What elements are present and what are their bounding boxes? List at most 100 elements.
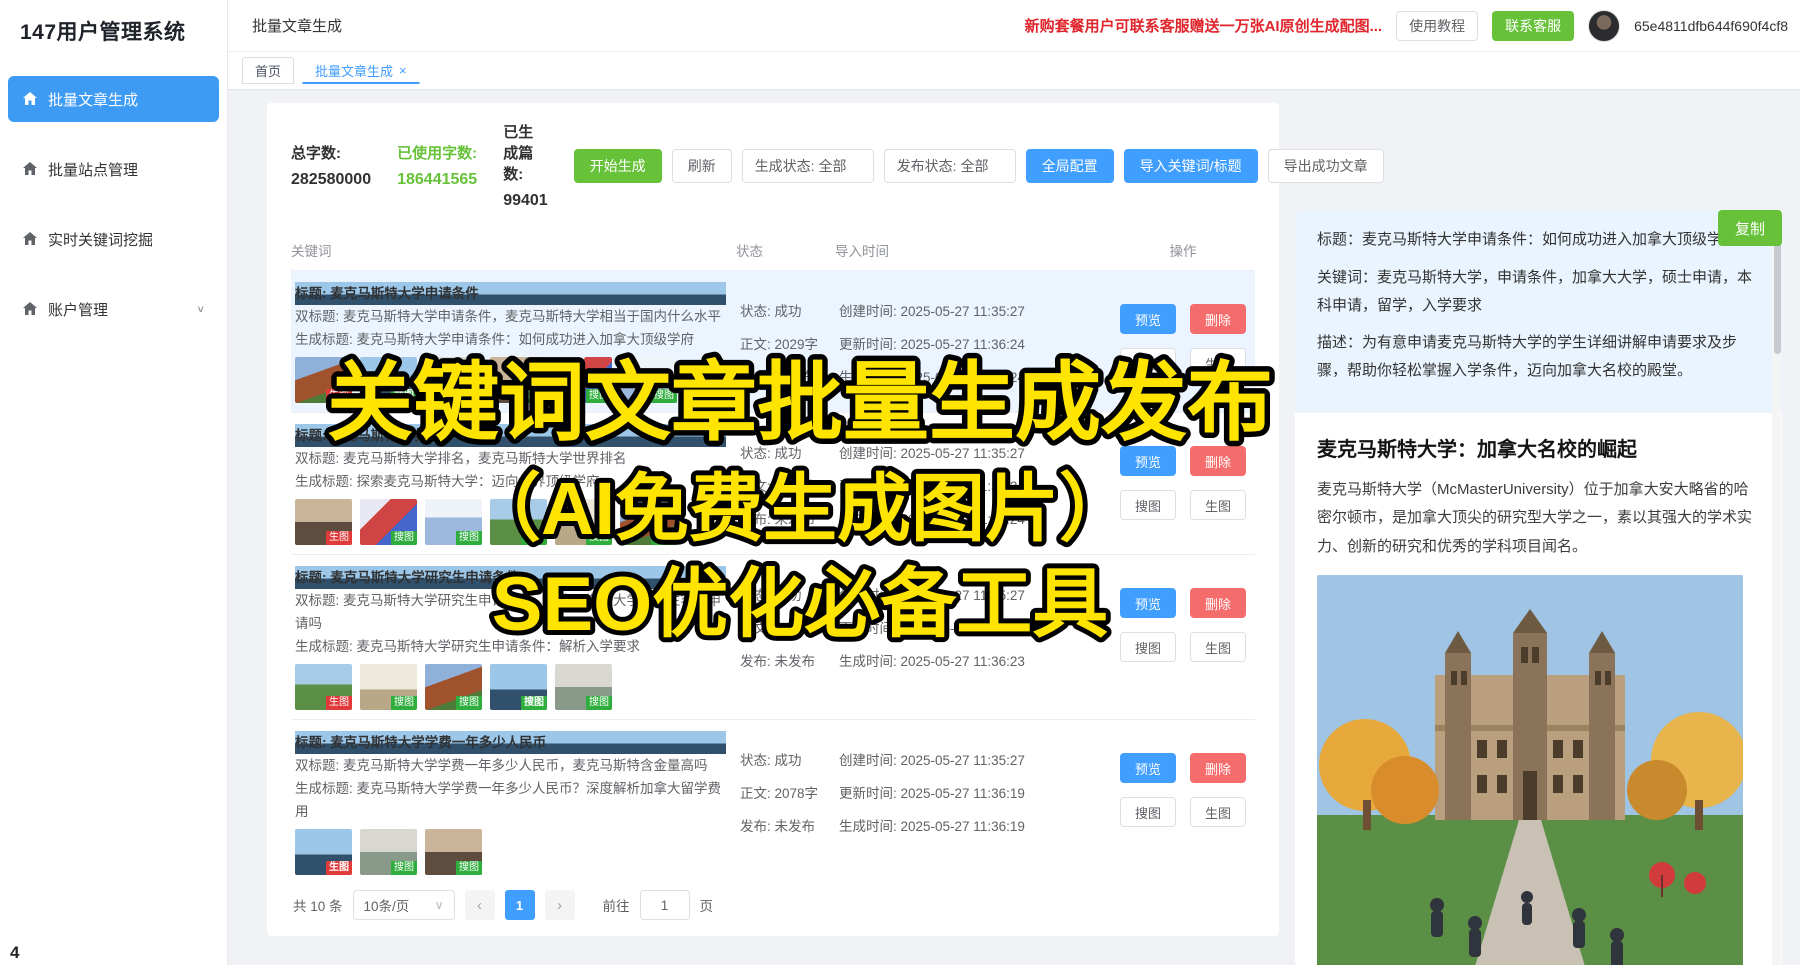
stat-value: 186441565 <box>397 171 477 189</box>
keyword-cell: 标题: 麦克马斯特大学学费一年多少人民币 双标题: 麦克马斯特大学学费一年多少人… <box>295 731 740 875</box>
article-thumbnail[interactable]: 搜图 <box>360 357 417 403</box>
total-count: 共 10 条 <box>293 895 343 915</box>
table-row[interactable]: 标题: 麦克马斯特大学学费一年多少人民币 双标题: 麦克马斯特大学学费一年多少人… <box>291 720 1255 876</box>
corner-text: 4 <box>10 943 19 963</box>
status-cell: 状态: 成功 正文: 1988字 发布: 未发布 <box>740 566 839 710</box>
thumbnail-strip: 生图搜图搜图搜图搜图 <box>295 664 726 710</box>
refresh-button[interactable]: 刷新 <box>672 149 732 183</box>
created-time: 创建时间: 2025-05-27 11:35:27 <box>839 749 1115 772</box>
article-thumbnail[interactable]: 生图 <box>295 829 352 875</box>
article-thumbnail[interactable]: 搜图 <box>360 664 417 710</box>
page-size-select[interactable]: 10条/页 ∨ <box>353 890 455 920</box>
article-thumbnail[interactable]: 搜图 <box>425 829 482 875</box>
tab-label: 批量文章生成 <box>315 61 393 80</box>
tab-batch-article[interactable]: 批量文章生成 × <box>302 57 420 84</box>
article-heading: 麦克马斯特大学：加拿大名校的崛起 <box>1317 433 1760 462</box>
goto-page-input[interactable] <box>640 890 690 920</box>
generate-image-button[interactable]: 生图 <box>1190 632 1246 662</box>
preview-button[interactable]: 预览 <box>1120 753 1176 783</box>
tutorial-button[interactable]: 使用教程 <box>1396 11 1478 41</box>
generate-status-select[interactable]: 生成状态: 全部 <box>742 149 874 183</box>
article-thumbnail[interactable]: 搜图 <box>490 499 547 545</box>
export-success-button[interactable]: 导出成功文章 <box>1268 149 1384 183</box>
search-image-button[interactable]: 搜图 <box>1120 490 1176 520</box>
article-thumbnail[interactable]: 搜图 <box>360 499 417 545</box>
article-thumbnail[interactable]: 搜图 <box>555 357 612 403</box>
delete-button[interactable]: 删除 <box>1190 304 1246 334</box>
created-time: 创建时间: 2025-05-27 11:35:27 <box>839 584 1115 607</box>
publish-status-select[interactable]: 发布状态: 全部 <box>884 149 1016 183</box>
stats-toolbar: 总字数: 282580000 已使用字数: 186441565 已生成篇数: 9… <box>291 121 1255 210</box>
sidebar-item-keyword-mining[interactable]: 实时关键词挖掘 <box>8 216 219 262</box>
sidebar-item-batch-article[interactable]: 批量文章生成 <box>8 76 219 122</box>
article-thumbnail[interactable]: 搜图 <box>490 357 547 403</box>
search-image-button[interactable]: 搜图 <box>1120 348 1176 378</box>
prev-page-button[interactable]: ‹ <box>465 890 495 920</box>
table-row[interactable]: 标题: 麦克马斯特大学申请条件 双标题: 麦克马斯特大学申请条件，麦克马斯特大学… <box>291 271 1255 413</box>
stat-total-words: 总字数: 282580000 <box>291 142 371 189</box>
contact-support-button[interactable]: 联系客服 <box>1492 11 1574 41</box>
promo-notice[interactable]: 新购套餐用户可联系客服赠送一万张AI原创生成配图... <box>1025 15 1383 36</box>
table-row[interactable]: 标题: 麦克马斯特大学研究生申请条件 双标题: 麦克马斯特大学研究生申请条件，麦… <box>291 555 1255 720</box>
article-thumbnail[interactable]: 生图 <box>295 499 352 545</box>
tab-home[interactable]: 首页 <box>242 57 294 84</box>
generated-time: 生成时间: 2025-05-27 11:36:23 <box>839 650 1115 673</box>
import-keywords-button[interactable]: 导入关键词/标题 <box>1124 149 1258 183</box>
current-page-button[interactable]: 1 <box>505 890 535 920</box>
col-status: 状态 <box>736 240 835 260</box>
delete-button[interactable]: 删除 <box>1190 446 1246 476</box>
chevron-down-icon: ∨ <box>196 303 205 314</box>
article-thumbnail[interactable]: 搜图 <box>490 664 547 710</box>
article-thumbnail[interactable]: 搜图 <box>555 499 612 545</box>
created-time: 创建时间: 2025-05-27 11:35:27 <box>839 300 1115 323</box>
status-cell: 状态: 成功 正文: 2029字 发布: 未发布 <box>740 282 839 403</box>
article-title: 标题: 麦克马斯特大学学费一年多少人民币 <box>295 731 726 754</box>
preview-button[interactable]: 预览 <box>1120 588 1176 618</box>
search-image-button[interactable]: 搜图 <box>1120 797 1176 827</box>
thumbnail-badge: 搜图 <box>521 696 547 710</box>
article-title: 标题: 麦克马斯特大学排名 <box>295 424 726 447</box>
close-icon[interactable]: × <box>399 63 407 78</box>
sidebar-item-batch-site[interactable]: 批量站点管理 <box>8 146 219 192</box>
page-size-value: 10条/页 <box>364 895 410 915</box>
delete-button[interactable]: 删除 <box>1190 753 1246 783</box>
generate-image-button[interactable]: 生图 <box>1190 490 1246 520</box>
thumbnail-badge: 搜图 <box>586 531 612 545</box>
updated-time: 更新时间: 2025-05-27 11:36:23 <box>839 617 1115 640</box>
sidebar-item-account[interactable]: 账户管理 ∨ <box>8 286 219 332</box>
stat-value: 282580000 <box>291 171 371 189</box>
goto-label: 前往 <box>603 895 630 915</box>
preview-button[interactable]: 预览 <box>1120 446 1176 476</box>
search-image-button[interactable]: 搜图 <box>1120 632 1176 662</box>
copy-button[interactable]: 复制 <box>1718 210 1782 246</box>
col-actions: 操作 <box>1111 240 1255 260</box>
generate-image-button[interactable]: 生图 <box>1190 348 1246 378</box>
next-page-button[interactable]: › <box>545 890 575 920</box>
thumbnail-badge: 搜图 <box>586 696 612 710</box>
start-generate-button[interactable]: 开始生成 <box>574 149 662 183</box>
preview-button[interactable]: 预览 <box>1120 304 1176 334</box>
global-config-button[interactable]: 全局配置 <box>1026 149 1114 183</box>
avatar[interactable] <box>1588 10 1620 42</box>
article-thumbnail[interactable]: 搜图 <box>425 664 482 710</box>
table-row[interactable]: 标题: 麦克马斯特大学排名 双标题: 麦克马斯特大学排名，麦克马斯特大学世界排名… <box>291 413 1255 555</box>
publish-status: 发布: 未发布 <box>740 508 839 531</box>
generate-image-button[interactable]: 生图 <box>1190 797 1246 827</box>
article-thumbnail[interactable]: 搜图 <box>425 499 482 545</box>
article-thumbnail[interactable]: 生图 <box>295 664 352 710</box>
article-thumbnail[interactable]: 生图 <box>295 357 352 403</box>
chevron-down-icon: ∨ <box>435 898 444 912</box>
article-thumbnail[interactable]: 搜图 <box>360 829 417 875</box>
article-thumbnail[interactable]: 搜图 <box>555 664 612 710</box>
article-list-card: 总字数: 282580000 已使用字数: 186441565 已生成篇数: 9… <box>267 103 1279 936</box>
delete-button[interactable]: 删除 <box>1190 588 1246 618</box>
article-thumbnail[interactable]: 搜图 <box>620 357 677 403</box>
tab-label: 首页 <box>255 61 281 80</box>
article-rows: 标题: 麦克马斯特大学申请条件 双标题: 麦克马斯特大学申请条件，麦克马斯特大学… <box>291 271 1255 876</box>
status-text: 状态: 成功 <box>740 584 839 607</box>
table-header: 关键词 状态 导入时间 操作 <box>291 232 1255 271</box>
article-thumbnail[interactable]: 搜图 <box>620 499 677 545</box>
article-thumbnail[interactable]: 搜图 <box>425 357 482 403</box>
word-count: 正文: 2078字 <box>740 782 839 805</box>
article-gen-title: 生成标题: 麦克马斯特大学学费一年多少人民币？深度解析加拿大留学费用 <box>295 777 726 823</box>
